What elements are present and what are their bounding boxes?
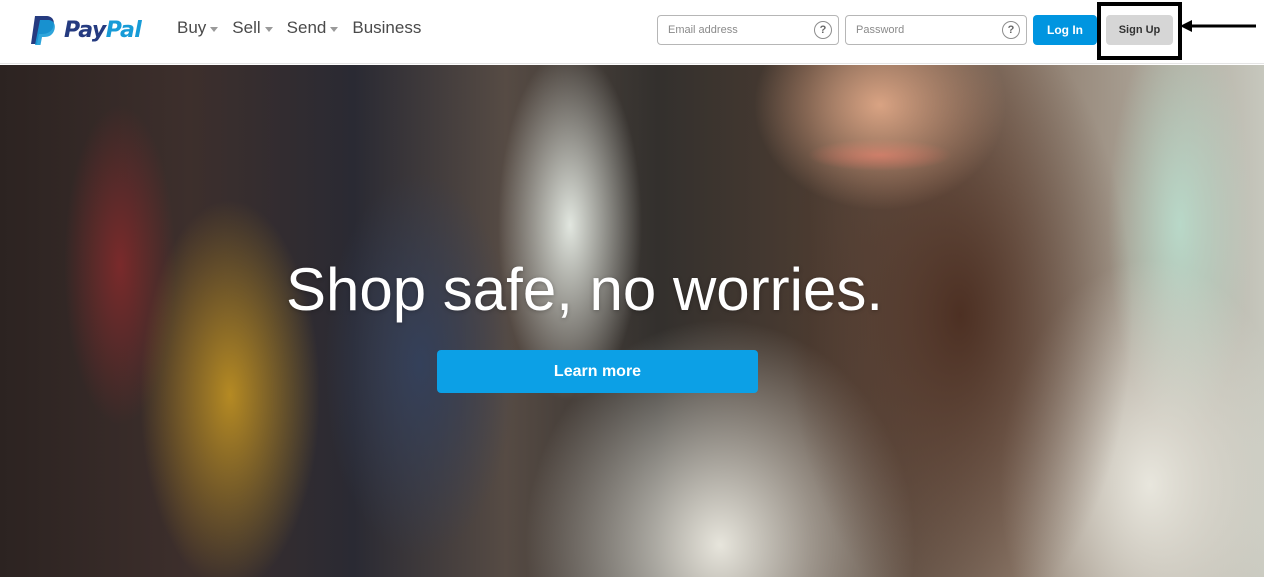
nav-item-label: Buy <box>177 18 207 37</box>
nav-item-business[interactable]: Business <box>352 18 421 38</box>
nav-item-send[interactable]: Send <box>287 18 339 38</box>
nav-item-label: Send <box>286 18 327 37</box>
caret-down-icon <box>330 26 339 32</box>
paypal-logo[interactable]: PayPal <box>28 13 142 47</box>
caret-down-icon <box>210 26 219 32</box>
password-field: ? <box>845 15 1027 45</box>
sign-up-button[interactable]: Sign Up <box>1106 15 1173 45</box>
top-navigation-bar: PayPal Buy Sell Send Business ? ? Log In… <box>0 0 1264 64</box>
password-input[interactable] <box>846 16 1002 44</box>
email-field: ? <box>657 15 839 45</box>
email-input[interactable] <box>658 16 814 44</box>
nav-item-sell[interactable]: Sell <box>232 18 273 38</box>
nav-item-buy[interactable]: Buy <box>177 18 219 38</box>
nav-item-label: Business <box>352 18 422 37</box>
caret-down-icon <box>264 26 273 32</box>
learn-more-button[interactable]: Learn more <box>437 350 758 393</box>
arrow-left-icon <box>1180 20 1256 32</box>
log-in-button[interactable]: Log In <box>1033 15 1097 45</box>
paypal-logo-icon <box>31 16 55 45</box>
paypal-wordmark: PayPal <box>64 17 142 43</box>
main-nav: Buy Sell Send Business <box>177 18 435 38</box>
question-icon[interactable]: ? <box>814 21 832 39</box>
hero-title: Shop safe, no worries. <box>286 256 883 323</box>
hero-banner: Shop safe, no worries. Learn more <box>0 65 1264 577</box>
question-icon[interactable]: ? <box>1002 21 1020 39</box>
nav-item-label: Sell <box>232 18 261 37</box>
